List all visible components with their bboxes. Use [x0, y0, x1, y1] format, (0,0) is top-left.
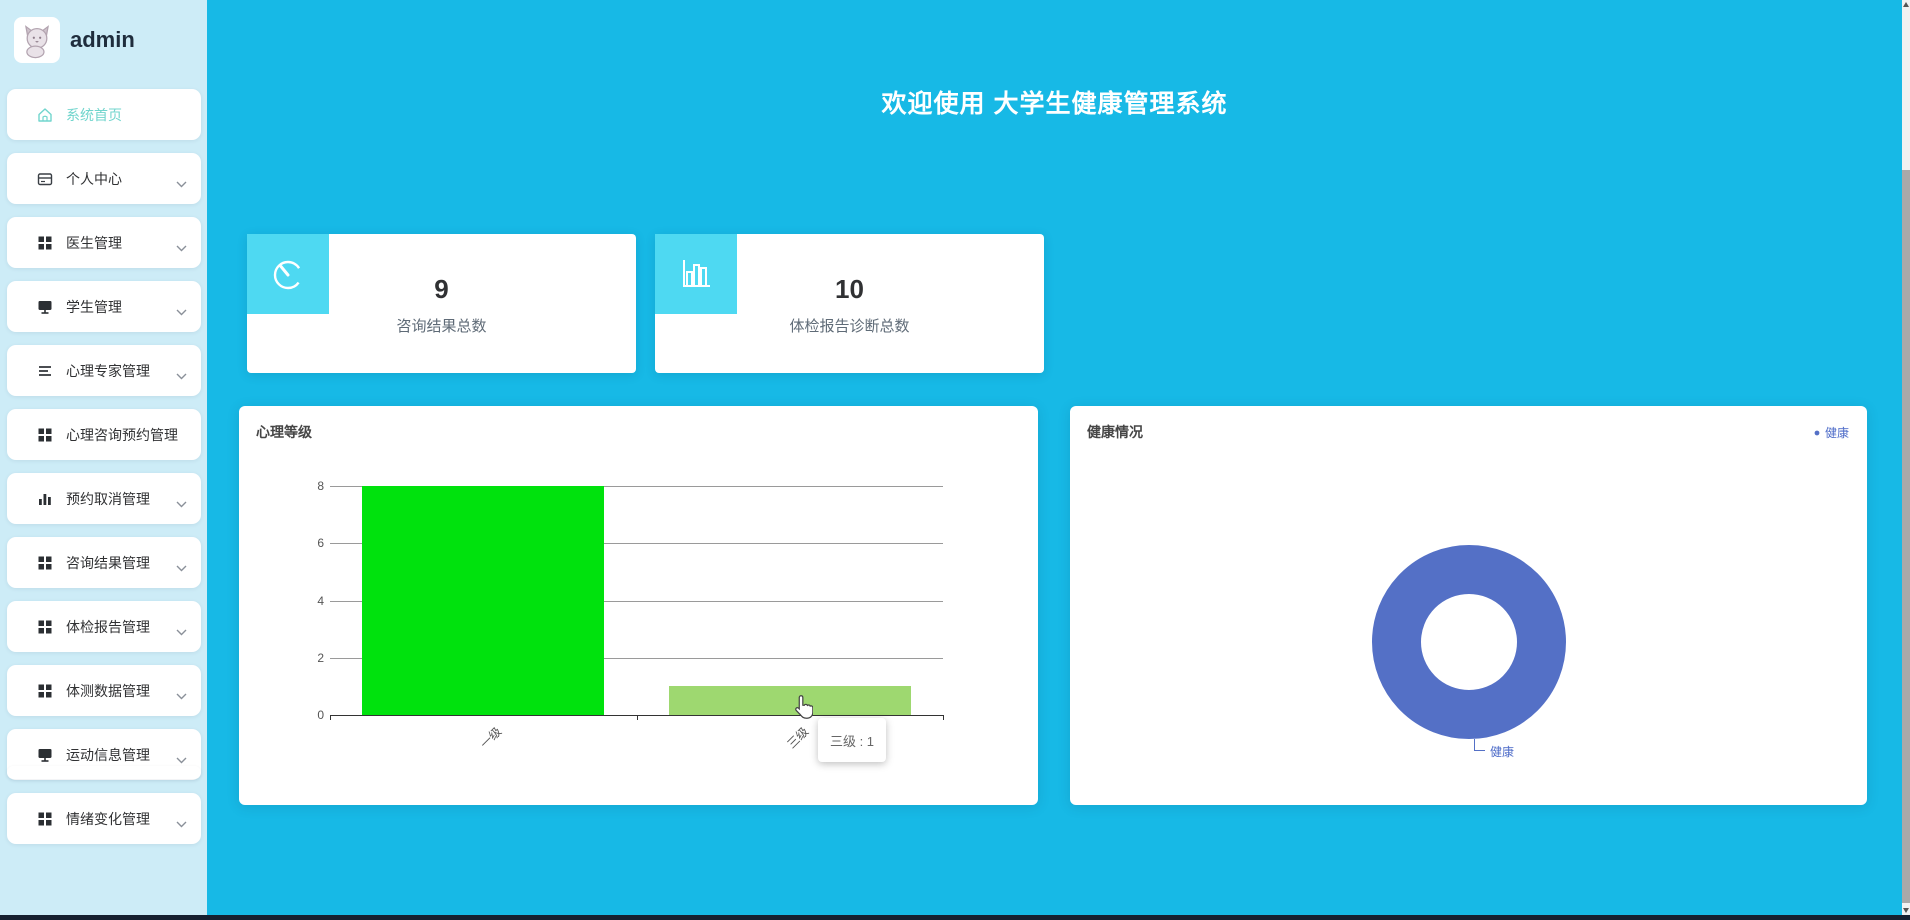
callout-line: [1474, 750, 1485, 751]
sidebar-item-3[interactable]: 学生管理: [7, 281, 201, 332]
legend-label: 健康: [1825, 424, 1849, 441]
stat-value: 9: [247, 274, 636, 305]
grid-icon: [36, 682, 54, 700]
x-axis-tick-mark: [637, 715, 638, 720]
grid-icon: [36, 234, 54, 252]
sidebar-item-2[interactable]: 医生管理: [7, 217, 201, 268]
scroll-up-icon[interactable]: [1903, 2, 1909, 7]
legend-dot-icon: [1814, 430, 1820, 436]
sidebar-item-8[interactable]: 体检报告管理: [7, 601, 201, 652]
grid-icon: [36, 426, 54, 444]
card-icon: [36, 170, 54, 188]
home-icon: [36, 106, 54, 124]
sidebar-item-1[interactable]: 个人中心: [7, 153, 201, 204]
callout-line: [1474, 739, 1475, 750]
chevron-down-icon: [176, 815, 187, 822]
page-title: 欢迎使用 大学生健康管理系统: [207, 84, 1902, 120]
x-axis-label: 三级: [783, 723, 812, 752]
mouse-cursor: [791, 694, 813, 725]
chart-tooltip: 三级 : 1: [818, 718, 886, 762]
chevron-down-icon: [176, 495, 187, 502]
chevron-down-icon: [176, 303, 187, 310]
y-axis-tick: 6: [296, 536, 324, 550]
y-axis-tick: 0: [296, 708, 324, 722]
chevron-down-icon: [176, 623, 187, 630]
vertical-scrollbar[interactable]: [1902, 0, 1910, 920]
pie-chart-card: 健康情况 健康 健康: [1070, 406, 1867, 805]
chevron-down-icon: [176, 687, 187, 694]
y-axis-tick: 2: [296, 651, 324, 665]
bar-chart-title: 心理等级: [256, 422, 312, 442]
chevron-down-icon: [176, 751, 187, 758]
stat-card-consult: 9 咨询结果总数: [247, 234, 636, 373]
scroll-down-icon[interactable]: [1903, 908, 1909, 913]
bar-chart-card: 心理等级 8 6 4 2 0 一级 三级 三级 : 1: [239, 406, 1038, 805]
x-axis-label: 一级: [476, 723, 505, 752]
x-axis-tick-mark: [330, 715, 331, 720]
pie-chart-title: 健康情况: [1087, 422, 1143, 442]
chevron-down-icon: [176, 175, 187, 182]
list-icon: [36, 362, 54, 380]
bar-一级[interactable]: [362, 486, 604, 715]
donut-chart[interactable]: [1324, 497, 1614, 787]
monitor-icon: [36, 746, 54, 764]
stat-label: 咨询结果总数: [247, 315, 636, 336]
y-axis-tick: 8: [296, 479, 324, 493]
bottom-strip: [0, 915, 1910, 920]
sidebar-item-4[interactable]: 心理专家管理: [7, 345, 201, 396]
grid-icon: [36, 554, 54, 572]
sidebar-item-6[interactable]: 预约取消管理: [7, 473, 201, 524]
sidebar-item-7[interactable]: 咨询结果管理: [7, 537, 201, 588]
x-axis-tick-mark: [943, 715, 944, 720]
bar-三级[interactable]: [669, 686, 911, 715]
monitor-icon: [36, 298, 54, 316]
sidebar-item-5[interactable]: 心理咨询预约管理: [7, 409, 201, 460]
sidebar: admin 系统首页 个人中心 医生管理 学生管理 心理专家管理 心理咨询预约管…: [0, 0, 207, 920]
grid-icon: [36, 810, 54, 828]
chevron-down-icon: [176, 559, 187, 566]
stat-card-report: 10 体检报告诊断总数: [655, 234, 1044, 373]
slice-label: 健康: [1490, 743, 1514, 760]
barchart-icon: [36, 490, 54, 508]
sidebar-item-11[interactable]: 情绪变化管理: [7, 793, 201, 844]
sidebar-item-partial[interactable]: [7, 766, 201, 779]
avatar: [14, 17, 60, 63]
legend-item-healthy[interactable]: 健康: [1814, 424, 1849, 441]
scrollbar-thumb[interactable]: [1902, 170, 1910, 903]
sidebar-item-0[interactable]: 系统首页: [7, 89, 201, 140]
y-axis-tick: 4: [296, 594, 324, 608]
stat-label: 体检报告诊断总数: [655, 315, 1044, 336]
user-row: admin: [0, 0, 207, 70]
sidebar-item-9[interactable]: 体测数据管理: [7, 665, 201, 716]
chevron-down-icon: [176, 239, 187, 246]
grid-icon: [36, 618, 54, 636]
username: admin: [70, 27, 135, 53]
cat-avatar-icon: [18, 21, 56, 59]
stat-value: 10: [655, 274, 1044, 305]
chevron-down-icon: [176, 367, 187, 374]
